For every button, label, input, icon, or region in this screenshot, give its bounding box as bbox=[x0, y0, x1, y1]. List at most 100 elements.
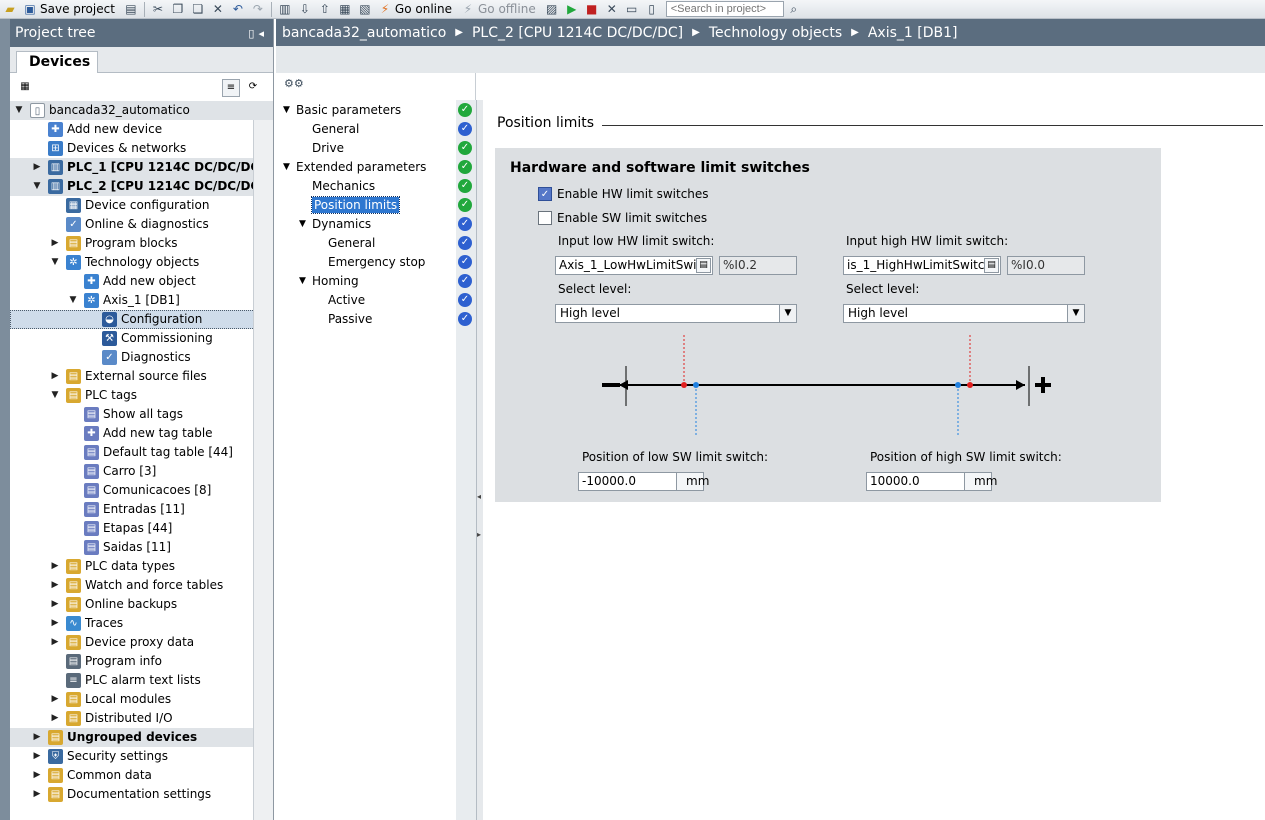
tree-node[interactable]: ⚒ Commissioning bbox=[10, 329, 273, 348]
low-hw-level-select[interactable]: High level ▼ bbox=[555, 304, 797, 323]
tree-node[interactable]: ▤ Comunicacoes [8] bbox=[10, 481, 273, 500]
collapse-pane-icons[interactable]: ▯◂ bbox=[248, 27, 268, 40]
tree-node[interactable]: ▶ ▤ Program blocks bbox=[10, 234, 273, 253]
tree-node[interactable]: ▤ Carro [3] bbox=[10, 462, 273, 481]
low-hw-limit-browse-icon[interactable]: ▤ bbox=[696, 258, 711, 273]
accessible-devices-icon[interactable]: ▨ bbox=[544, 1, 560, 17]
breadcrumb-technology-objects[interactable]: Technology objects bbox=[709, 25, 842, 41]
breadcrumb-plc[interactable]: PLC_2 [CPU 1214C DC/DC/DC] bbox=[472, 25, 683, 41]
expand-arrow-icon[interactable]: ▶ bbox=[50, 709, 60, 728]
undo-icon[interactable]: ↶ bbox=[230, 1, 246, 17]
tree-node[interactable]: ▶ ▤ Documentation settings bbox=[10, 785, 273, 804]
collapse-arrow-icon[interactable]: ▼ bbox=[299, 272, 306, 291]
nav-item[interactable]: ▼ Basic parameters bbox=[283, 101, 401, 120]
split-vertical-icon[interactable]: ▯ bbox=[644, 1, 660, 17]
project-search-input[interactable] bbox=[665, 1, 784, 17]
nav-item[interactable]: Passive bbox=[328, 310, 372, 329]
tree-node[interactable]: ✚ Add new object bbox=[10, 272, 273, 291]
split-horizontal-icon[interactable]: ▭ bbox=[624, 1, 640, 17]
tree-node[interactable]: ▤ Etapas [44] bbox=[10, 519, 273, 538]
expand-arrow-icon[interactable]: ▶ bbox=[32, 747, 42, 766]
tree-node[interactable]: ✓ Online & diagnostics bbox=[10, 215, 273, 234]
pane-splitter[interactable]: ◂ ▸ bbox=[476, 100, 483, 820]
function-view-icon[interactable]: ⚙⚙ bbox=[284, 77, 304, 90]
nav-item[interactable]: General bbox=[312, 120, 359, 139]
overview-icon[interactable]: ▦ bbox=[16, 79, 34, 97]
high-hw-limit-browse-icon[interactable]: ▤ bbox=[984, 258, 999, 273]
collapse-arrow-icon[interactable]: ▼ bbox=[50, 253, 60, 272]
tree-node[interactable]: ▤ Show all tags bbox=[10, 405, 273, 424]
go-offline-icon[interactable]: ⚡ bbox=[460, 1, 476, 17]
expand-arrow-icon[interactable]: ▶ bbox=[50, 690, 60, 709]
tree-node[interactable]: ⊞ Devices & networks bbox=[10, 139, 273, 158]
expand-arrow-icon[interactable]: ▶ bbox=[32, 785, 42, 804]
nav-item[interactable]: Active bbox=[328, 291, 365, 310]
upload-icon[interactable]: ⇧ bbox=[317, 1, 333, 17]
tree-node[interactable]: ▼ ▥ PLC_2 [CPU 1214C DC/DC/DC] bbox=[10, 177, 273, 196]
low-hw-limit-input[interactable]: Axis_1_LowHwLimitSwitc bbox=[555, 256, 713, 275]
nav-item[interactable]: ▼ Homing bbox=[299, 272, 359, 291]
tree-node[interactable]: ▼ ✲ Axis_1 [DB1] bbox=[10, 291, 273, 310]
expand-arrow-icon[interactable]: ▶ bbox=[32, 728, 42, 747]
tree-node[interactable]: ✚ Add new device bbox=[10, 120, 273, 139]
tree-node[interactable]: ▶ ▥ PLC_1 [CPU 1214C DC/DC/DC] bbox=[10, 158, 273, 177]
expand-arrow-icon[interactable]: ▶ bbox=[50, 595, 60, 614]
refresh-icon[interactable]: ⟳ bbox=[244, 79, 262, 97]
collapse-arrow-icon[interactable]: ▼ bbox=[14, 101, 24, 120]
tree-node[interactable]: ▤ Default tag table [44] bbox=[10, 443, 273, 462]
go-online-button[interactable]: Go online bbox=[395, 2, 452, 16]
collapse-arrow-icon[interactable]: ▼ bbox=[68, 291, 78, 310]
go-offline-button[interactable]: Go offline bbox=[478, 2, 536, 16]
tree-node[interactable]: ▶ ▤ Watch and force tables bbox=[10, 576, 273, 595]
collapse-left-icon[interactable]: ◂ bbox=[477, 492, 481, 501]
project-tree-scrollbar[interactable] bbox=[253, 120, 273, 820]
simulation-icon[interactable]: ▦ bbox=[337, 1, 353, 17]
tree-node[interactable]: ▶ ▤ Common data bbox=[10, 766, 273, 785]
compile-icon[interactable]: ▥ bbox=[277, 1, 293, 17]
tree-node[interactable]: ≡ PLC alarm text lists bbox=[10, 671, 273, 690]
low-sw-limit-input[interactable]: -10000.0 bbox=[578, 472, 677, 491]
start-simulation-icon[interactable]: ▧ bbox=[357, 1, 373, 17]
expand-arrow-icon[interactable]: ▶ bbox=[50, 367, 60, 386]
nav-item[interactable]: Emergency stop bbox=[328, 253, 425, 272]
expand-arrow-icon[interactable]: ▶ bbox=[50, 633, 60, 652]
nav-item[interactable]: Position limits bbox=[310, 196, 401, 215]
tree-node[interactable]: ▶ ▤ PLC data types bbox=[10, 557, 273, 576]
collapse-arrow-icon[interactable]: ▼ bbox=[299, 215, 306, 234]
high-hw-level-select[interactable]: High level ▼ bbox=[843, 304, 1085, 323]
expand-arrow-icon[interactable]: ▶ bbox=[50, 234, 60, 253]
tree-node[interactable]: ▤ Program info bbox=[10, 652, 273, 671]
nav-item[interactable]: ▼ Extended parameters bbox=[283, 158, 426, 177]
copy-icon[interactable]: ❐ bbox=[170, 1, 186, 17]
paste-icon[interactable]: ❏ bbox=[190, 1, 206, 17]
tree-node[interactable]: ◒ Configuration bbox=[10, 310, 273, 329]
tree-node[interactable]: ▼ ▤ PLC tags bbox=[10, 386, 273, 405]
stop-cpu-icon[interactable]: ■ bbox=[584, 1, 600, 17]
list-view-icon[interactable]: ≡ bbox=[222, 79, 240, 97]
tab-devices[interactable]: Devices bbox=[16, 51, 98, 73]
collapse-arrow-icon[interactable]: ▼ bbox=[50, 386, 60, 405]
expand-arrow-icon[interactable]: ▶ bbox=[32, 158, 42, 177]
tree-node[interactable]: ▦ Device configuration bbox=[10, 196, 273, 215]
expand-arrow-icon[interactable]: ▶ bbox=[50, 614, 60, 633]
download-icon[interactable]: ⇩ bbox=[297, 1, 313, 17]
save-project-button[interactable]: Save project bbox=[40, 2, 115, 16]
enable-hw-limit-row[interactable]: ✓ Enable HW limit switches bbox=[538, 186, 709, 202]
tree-node[interactable]: ▶ ▤ Local modules bbox=[10, 690, 273, 709]
nav-item[interactable]: ▼ Dynamics bbox=[299, 215, 371, 234]
chevron-down-icon[interactable]: ▼ bbox=[1067, 305, 1084, 322]
print-icon[interactable]: ▤ bbox=[123, 1, 139, 17]
tree-node[interactable]: ▶ ▤ Distributed I/O bbox=[10, 709, 273, 728]
tree-node[interactable]: ▶ ▤ Online backups bbox=[10, 595, 273, 614]
nav-item[interactable]: General bbox=[328, 234, 375, 253]
nav-item[interactable]: Mechanics bbox=[312, 177, 375, 196]
tree-node[interactable]: ▤ Saidas [11] bbox=[10, 538, 273, 557]
enable-hw-limit-checkbox[interactable]: ✓ bbox=[538, 187, 552, 201]
cut-icon[interactable]: ✂ bbox=[150, 1, 166, 17]
breadcrumb-project[interactable]: bancada32_automatico bbox=[282, 25, 446, 41]
cross-reference-icon[interactable]: ✕ bbox=[604, 1, 620, 17]
expand-arrow-icon[interactable]: ▶ bbox=[50, 557, 60, 576]
collapse-arrow-icon[interactable]: ▼ bbox=[283, 158, 290, 177]
tree-node[interactable]: ✚ Add new tag table bbox=[10, 424, 273, 443]
collapsed-side-strip[interactable] bbox=[0, 19, 10, 820]
